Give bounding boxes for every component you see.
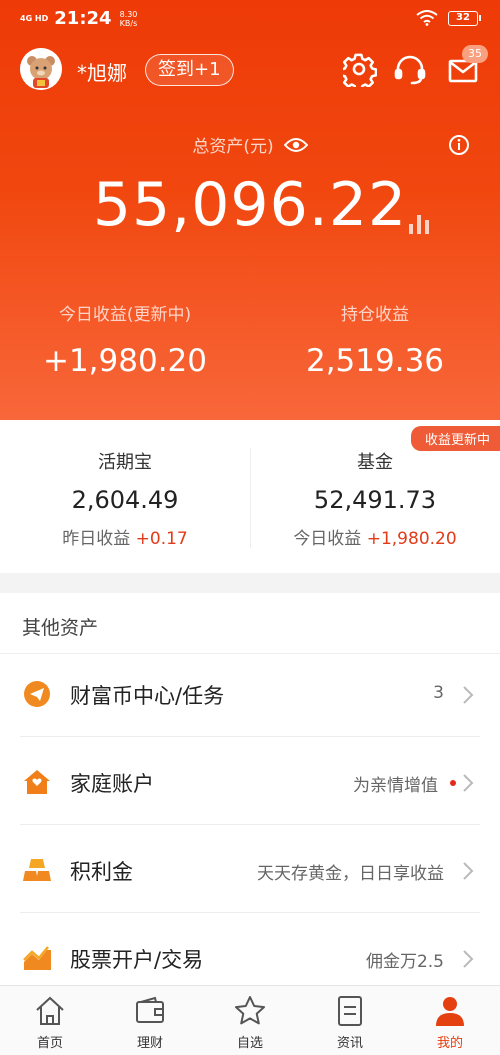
top-bar: *旭娜 签到+1 35: [0, 45, 500, 95]
notification-dot: [450, 780, 456, 786]
house-icon: [24, 770, 50, 794]
home-icon: [36, 996, 64, 1025]
fund-card[interactable]: 基金 52,491.73 今日收益 +1,980.20: [250, 448, 500, 549]
stock-chart-icon: [23, 946, 51, 970]
avatar[interactable]: [20, 48, 62, 90]
section-title: 其他资产: [22, 617, 99, 639]
wifi-icon: [416, 10, 438, 26]
tab-home[interactable]: 首页: [0, 994, 100, 1051]
bar-chart-icon[interactable]: [407, 212, 433, 234]
gold-bar-icon: [23, 859, 51, 881]
mail-badge: 35: [462, 45, 488, 63]
status-bar: 4G HD 21:24 8.30 KB/s 32: [0, 0, 500, 38]
paper-plane-icon: [24, 681, 50, 707]
wallet-icon: [136, 996, 164, 1023]
account-cards: 收益更新中 活期宝 2,604.49 昨日收益 +0.17 基金 52,491.…: [0, 420, 500, 573]
chevron-right-icon: [463, 950, 474, 968]
list-item-family-account[interactable]: 家庭账户 为亲情增值: [0, 737, 500, 825]
star-icon: [235, 996, 265, 1025]
chevron-right-icon: [463, 774, 474, 792]
asset-header: 4G HD 21:24 8.30 KB/s 32 *旭娜 签到+1 35 总资产…: [0, 0, 500, 420]
total-assets-label: 总资产(元): [0, 132, 500, 157]
list-item-jilijin[interactable]: 积利金 天天存黄金，日日享收益: [0, 825, 500, 913]
customer-service-headset-icon[interactable]: [393, 53, 427, 87]
username: *旭娜: [77, 61, 127, 85]
tab-mine[interactable]: 我的: [400, 994, 500, 1051]
fund-balance: 52,491.73: [313, 486, 437, 514]
signin-button[interactable]: 签到+1: [145, 54, 234, 86]
info-icon[interactable]: [448, 134, 470, 156]
tab-watchlist[interactable]: 自选: [200, 994, 300, 1051]
chevron-right-icon: [463, 686, 474, 704]
huoqibao-balance: 2,604.49: [71, 486, 179, 514]
chevron-right-icon: [463, 862, 474, 880]
today-earnings-value: +1,980.20: [42, 343, 208, 379]
user-icon: [436, 997, 464, 1026]
news-icon: [338, 996, 362, 1026]
network-speed: 8.30 KB/s: [119, 9, 138, 28]
today-earnings[interactable]: 今日收益(更新中) +1,980.20: [0, 300, 250, 379]
battery-indicator: 32: [448, 10, 481, 26]
tab-wealth[interactable]: 理财: [100, 994, 200, 1051]
network-indicator: 4G HD: [20, 14, 49, 23]
settings-gear-icon[interactable]: [343, 53, 377, 87]
holding-earnings[interactable]: 持仓收益 2,519.36: [250, 300, 500, 379]
clock: 21:24: [54, 8, 112, 29]
list-item-wealth-coin[interactable]: 财富币中心/任务 3: [0, 649, 500, 737]
other-assets-section: 其他资产 财富币中心/任务 3 家庭账户 为亲情增值 积利金 天天存黄金，日日享…: [0, 593, 500, 988]
tab-news[interactable]: 资讯: [300, 994, 400, 1051]
holding-earnings-value: 2,519.36: [305, 343, 445, 379]
bottom-tab-bar: 首页 理财 自选 资讯 我的: [0, 985, 500, 1055]
eye-icon[interactable]: [283, 137, 308, 153]
huoqibao-card[interactable]: 活期宝 2,604.49 昨日收益 +0.17: [0, 448, 250, 549]
